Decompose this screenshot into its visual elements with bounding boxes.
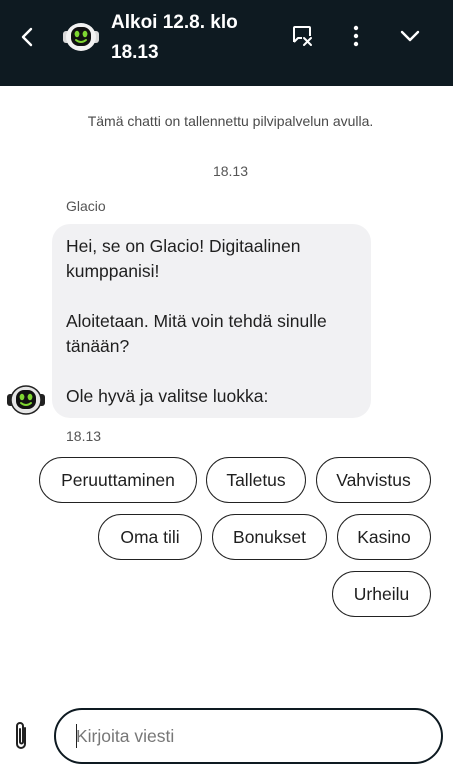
bot-avatar-icon [63,23,99,51]
sender-name: Glacio [66,198,106,214]
bot-avatar-icon [7,385,45,415]
message-input-container[interactable] [54,708,443,764]
minimize-button[interactable] [394,20,426,52]
chat-close-icon [293,26,312,46]
message-input[interactable] [76,722,416,750]
back-button[interactable] [14,22,40,52]
message-question: Aloitetaan. Mitä voin tehdä sinulle tänä… [66,311,327,356]
conversation-timestamp: 18.13 [212,163,249,179]
chat-title: Alkoi 12.8. klo 18.13 [111,12,238,63]
more-vertical-icon [353,25,359,47]
end-chat-button[interactable] [286,20,318,52]
menu-button[interactable] [340,20,372,52]
quick-reply-talletus[interactable]: Talletus [206,457,306,503]
paperclip-icon [16,722,26,749]
chevron-down-icon [400,30,420,42]
message-time: 18.13 [66,428,102,444]
cloud-notice: Tämä chatti on tallennettu pilvipalvelun… [87,113,374,129]
message-greeting: Hei, se on Glacio! Digitaalinen kumppani… [66,236,301,281]
chevron-left-icon [21,27,33,47]
message-instruction: Ole hyvä ja valitse luokka: [66,386,269,406]
quick-reply-bonukset[interactable]: Bonukset [212,514,327,560]
bot-message-bubble: Hei, se on Glacio! Digitaalinen kumppani… [52,224,371,418]
text-caret [76,724,77,748]
quick-reply-vahvistus[interactable]: Vahvistus [316,457,431,503]
chat-header: Alkoi 12.8. klo 18.13 [0,0,453,86]
attach-button[interactable] [8,718,34,754]
quick-reply-urheilu[interactable]: Urheilu [332,571,431,617]
quick-reply-peruuttaminen[interactable]: Peruuttaminen [39,457,197,503]
quick-reply-kasino[interactable]: Kasino [337,514,431,560]
quick-reply-oma-tili[interactable]: Oma tili [98,514,202,560]
